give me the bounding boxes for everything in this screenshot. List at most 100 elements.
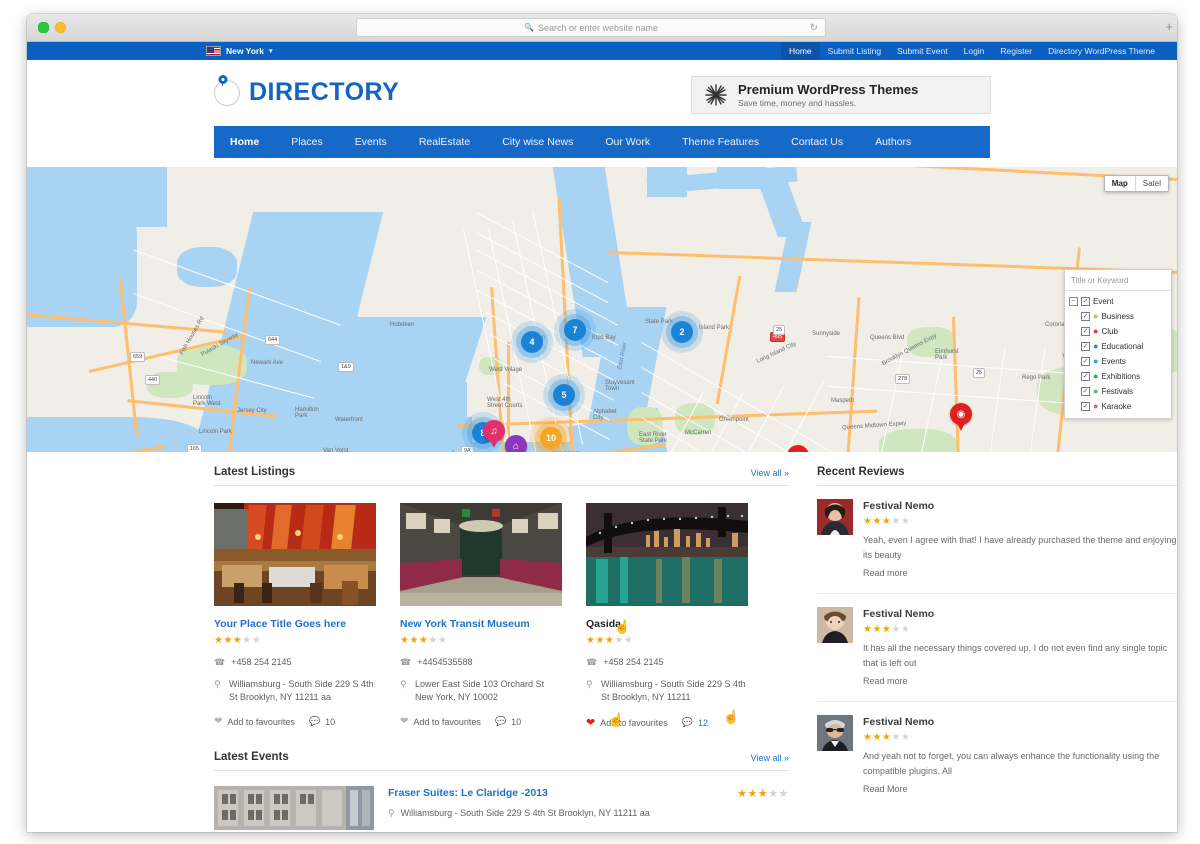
listing-address: ⚲ Williamsburg - South Side 229 S 4th St… [214,678,376,704]
recent-reviews-title: Recent Reviews [817,466,1177,478]
listing-actions: ❤ Add to favourites 💬 10 [400,716,562,727]
category-item-educational[interactable]: ✓ ● Educational [1069,339,1167,354]
address-bar-placeholder: Search or enter website name [538,23,658,33]
map-cluster-5a[interactable]: 5 [553,384,575,406]
listing-rating: ★★★★★ [586,635,748,647]
top-link-directory-theme[interactable]: Directory WordPress Theme [1040,42,1163,60]
map-cluster-7[interactable]: 7 [564,319,586,341]
checkbox-karaoke[interactable]: ✓ [1081,402,1090,411]
site-logo[interactable]: DIRECTORY [214,78,399,107]
map-type-map[interactable]: Map [1105,176,1136,191]
listing-actions: ❤ Add to favourites 💬 10 [214,716,376,727]
keyword-input[interactable]: Title or Keyword [1065,270,1171,291]
location-icon: ⚲ [388,808,395,819]
nav-item-contact-us[interactable]: Contact Us [775,126,859,158]
top-link-submit-event[interactable]: Submit Event [889,42,956,60]
map-marker-red-right[interactable]: ☘ [787,445,809,452]
read-more-link[interactable]: Read More [863,784,908,794]
checkbox-event[interactable]: ✓ [1081,297,1090,306]
listings-view-all-link[interactable]: View all » [751,468,789,478]
map-cluster-2a[interactable]: 2 [671,321,693,343]
listing-address: ⚲ Williamsburg - South Side 229 S 4th St… [586,678,748,704]
category-item-club[interactable]: ✓ ● Club [1069,324,1167,339]
nav-item-theme-features[interactable]: Theme Features [666,126,775,158]
reload-icon[interactable]: ↻ [810,22,818,33]
promo-subtitle: Save time, money and hassles. [738,97,918,109]
nav-item-our-work[interactable]: Our Work [589,126,666,158]
review-author: Festival Nemo [863,499,1177,513]
listing-title[interactable]: Your Place Title Goes here [214,617,376,631]
minimize-window-button[interactable] [55,22,66,33]
map-cluster-4[interactable]: 4 [521,331,543,353]
promo-banner[interactable]: Premium WordPress Themes Save time, mone… [691,76,991,114]
city-selector[interactable]: New York ▾ [206,46,272,56]
building-facade-photo[interactable] [214,786,374,830]
address-bar[interactable]: 🔍 Search or enter website name ↻ [356,18,826,37]
category-root-event[interactable]: − ✓ Event [1069,294,1167,309]
add-to-favourites-button[interactable]: ❤ Add to favourites [586,716,668,729]
read-more-link[interactable]: Read more [863,568,908,578]
subway-car-interior-photo[interactable] [400,503,562,606]
category-item-events[interactable]: ✓ ● Events [1069,354,1167,369]
nav-item-realestate[interactable]: RealEstate [403,126,486,158]
map-marker-red-far-right[interactable]: ◉ [950,403,972,433]
listing-card[interactable]: Qasida ★★★★★ ☎ +458 254 2145 ⚲ Williamsb… [586,503,748,729]
nav-item-authors[interactable]: Authors [859,126,927,158]
listing-title[interactable]: Qasida [586,617,748,631]
map-type-satellite[interactable]: Satel [1136,176,1168,191]
add-to-favourites-button[interactable]: ❤ Add to favourites [214,716,295,727]
events-view-all-link[interactable]: View all » [751,753,789,763]
top-link-login[interactable]: Login [956,42,993,60]
listing-card[interactable]: Your Place Title Goes here ★★★★★ ☎ +458 … [214,503,376,729]
route-shield-659: 659 [130,352,145,362]
map-panel[interactable]: 659 440 165 440 440 78 1&9 644 9A 9A 495… [27,167,1177,452]
top-utility-bar: New York ▾ Home Submit Listing Submit Ev… [27,42,1177,60]
maximize-window-button[interactable] [38,22,49,33]
comment-count[interactable]: 💬 10 [309,716,335,727]
add-to-favourites-button[interactable]: ❤ Add to favourites [400,716,481,727]
review-body: Festival Nemo ★★★★★ It has all the neces… [863,607,1177,689]
new-tab-button[interactable]: + [1165,20,1173,33]
checkbox-business[interactable]: ✓ [1081,312,1090,321]
checkbox-exhibitions[interactable]: ✓ [1081,372,1090,381]
comment-count[interactable]: 💬 12 [682,717,708,728]
nav-item-events[interactable]: Events [339,126,403,158]
checkbox-festivals[interactable]: ✓ [1081,387,1090,396]
comment-count[interactable]: 💬 10 [495,716,521,727]
restaurant-interior-photo[interactable] [214,503,376,606]
phone-icon: ☎ [400,656,411,669]
category-item-business[interactable]: ✓ ● Business [1069,309,1167,324]
collapse-icon[interactable]: − [1069,297,1078,306]
category-item-exhibitions[interactable]: ✓ ● Exhibitions [1069,369,1167,384]
event-row[interactable]: Fraser Suites: Le Claridge -2013 ⚲ Willi… [214,786,789,830]
pin-icon-exhibitions: ● [1093,372,1098,381]
category-item-festivals[interactable]: ✓ ● Festivals [1069,384,1167,399]
window-traffic-lights[interactable] [38,22,66,33]
review-item: Festival Nemo ★★★★★ And yeah not to forg… [817,702,1177,809]
brooklyn-bridge-night-photo[interactable] [586,503,748,606]
listing-phone: ☎ +458 254 2145 [586,656,748,669]
map-cluster-10[interactable]: 10 [540,427,562,449]
checkbox-educational[interactable]: ✓ [1081,342,1090,351]
nav-item-city-wise-news[interactable]: City wise News [486,126,589,158]
map-filter-panel[interactable]: Title or Keyword − ✓ Event ✓ ● Business … [1064,269,1172,419]
event-address-value: Williamsburg - South Side 229 S 4th St B… [401,808,650,819]
event-title[interactable]: Fraser Suites: Le Claridge -2013 [388,786,723,800]
map-canvas[interactable]: 659 440 165 440 440 78 1&9 644 9A 9A 495… [27,167,1177,452]
listing-card[interactable]: New York Transit Museum ★★★★★ ☎ +4454535… [400,503,562,729]
checkbox-club[interactable]: ✓ [1081,327,1090,336]
read-more-link[interactable]: Read more [863,676,908,686]
nav-item-home[interactable]: Home [214,126,275,158]
category-label-events: Events [1101,354,1125,369]
nav-item-places[interactable]: Places [275,126,339,158]
top-link-submit-listing[interactable]: Submit Listing [820,42,889,60]
map-marker-pink-mid[interactable]: ♫ [483,420,505,450]
checkbox-events[interactable]: ✓ [1081,357,1090,366]
listing-title[interactable]: New York Transit Museum [400,617,562,631]
map-type-toggle[interactable]: Map Satel [1104,175,1169,192]
category-item-karaoke[interactable]: ✓ ● Karaoke [1069,399,1167,414]
map-marker-purple-mid[interactable]: ⌂ [505,435,527,452]
location-icon: ⚲ [214,678,223,704]
top-link-home[interactable]: Home [781,42,820,60]
top-link-register[interactable]: Register [992,42,1040,60]
